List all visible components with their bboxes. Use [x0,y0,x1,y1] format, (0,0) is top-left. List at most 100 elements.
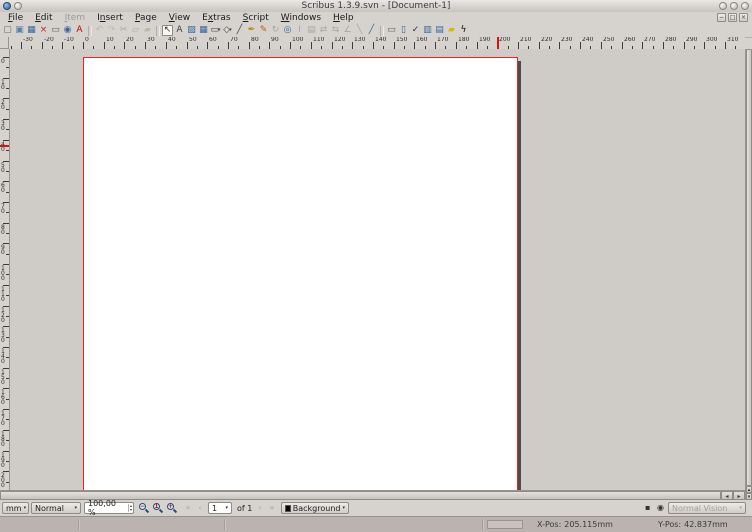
open-document-icon[interactable]: ▣ [14,25,25,36]
mdi-window-controls: − □ × [717,13,748,22]
zoom-tool-icon[interactable]: ◎ [282,25,293,36]
unit-select-value: mm [6,504,22,513]
quality-select[interactable]: Normal ▾ [31,502,81,514]
insert-image-frame-icon[interactable]: ▨ [186,25,197,36]
x-position-value: 205.115mm [564,520,613,529]
chevron-down-icon: ▾ [74,505,77,511]
zoom-in-button[interactable]: + [165,502,178,514]
insert-text-frame-icon[interactable]: A [174,25,185,36]
undo-icon: ↶ [94,25,105,36]
page-shadow [518,61,521,490]
vertical-scrollbar[interactable]: ▴ ▾ [745,49,752,500]
menu-page[interactable]: Page [129,12,163,24]
menu-file[interactable]: File [2,12,29,24]
unit-select[interactable]: mm ▾ [2,502,29,514]
menu-insert[interactable]: Insert [91,12,129,24]
export-pdf-icon[interactable]: A [74,25,85,36]
menu-item: Item [59,12,92,24]
insert-freehand-icon[interactable]: ✎ [258,25,269,36]
last-page-button[interactable]: » [266,502,278,514]
vertical-scrollbar-thumb[interactable] [746,49,752,486]
zoom-spinbox[interactable]: 100,00 % ▴▾ [84,502,134,514]
rotate-item-icon: ↻ [270,25,281,36]
close-document-icon[interactable]: × [38,25,49,36]
x-position-readout: X-Pos: 205.115mm [537,520,613,529]
zoom-value: 100,00 % [88,499,125,517]
menu-edit[interactable]: Edit [29,12,58,24]
layer-select[interactable]: Background ▾ [281,502,349,514]
canvas[interactable]: 01 02 03 04 05 06 07 08 09 01 0 01 1 01 … [0,49,745,490]
insert-shape-icon[interactable]: ▭▾ [210,25,221,36]
window-sticky-button[interactable] [14,2,22,10]
y-position-label: Y-Pos: [658,520,681,529]
pdf-text-annotation-icon[interactable]: ▰ [446,25,457,36]
vision-select[interactable]: Normal Vision ▾ [668,502,746,514]
prev-page-button[interactable]: ‹ [194,502,206,514]
pdf-combo-box-icon[interactable]: ▥ [422,25,433,36]
pdf-link-annotation-icon[interactable]: ϟ [458,25,469,36]
pdf-checkbox-icon[interactable]: ✓ [410,25,421,36]
zoom-default-button[interactable]: 1 [151,502,164,514]
mdi-restore-button[interactable]: □ [728,13,737,22]
paste-icon: ▰ [142,25,153,36]
print-document-icon[interactable]: ▭ [50,25,61,36]
statusbar-separator [78,519,80,530]
window-menu-icon[interactable] [3,2,11,10]
next-page-button[interactable]: › [254,502,266,514]
pdf-push-button-icon[interactable]: ▭ [386,25,397,36]
menu-extras[interactable]: Extras [196,12,236,24]
scroll-right-icon[interactable]: ▸ [733,491,745,500]
insert-table-icon[interactable]: ▦ [198,25,209,36]
toolbar-separator [88,26,92,36]
pdf-list-box-icon[interactable]: ▤ [434,25,445,36]
insert-polygon-icon[interactable]: ◇▾ [222,25,233,36]
menu-view[interactable]: View [163,12,196,24]
vision-select-value: Normal Vision [672,504,727,513]
bottom-status-bar: X-Pos: 205.115mm Y-Pos: 42.837mm [0,516,752,532]
mdi-close-button[interactable]: × [739,13,748,22]
scribus-window: Scribus 1.3.9.svn - [Document-1] FileEdi… [0,0,752,532]
menu-windows[interactable]: Windows [275,12,327,24]
window-maximize-button[interactable] [730,2,738,10]
zoom-out-button[interactable]: − [137,502,150,514]
window-title: Scribus 1.3.9.svn - [Document-1] [0,0,752,12]
eye-dropper-icon[interactable]: ╱ [366,25,377,36]
y-position-value: 42.837mm [684,520,728,529]
save-document-icon[interactable]: ▦ [26,25,37,36]
vertical-ruler[interactable]: 01 02 03 04 05 06 07 08 09 01 0 01 1 01 … [0,49,10,490]
cut-icon: ✂ [118,25,129,36]
x-position-label: X-Pos: [537,520,561,529]
statusbar-separator [224,519,226,530]
window-close-button[interactable] [741,2,749,10]
ruler-x-position-marker [497,37,499,49]
preflight-verifier-icon[interactable]: ◉ [62,25,73,36]
link-text-frames-icon: ⇄ [318,25,329,36]
scroll-left-icon[interactable]: ◂ [721,491,733,500]
first-page-button[interactable]: « [182,502,194,514]
chevron-down-icon: ▾ [739,505,742,511]
document-page[interactable] [83,57,518,490]
toolbar-separator [380,26,384,36]
mdi-minimize-button[interactable]: − [717,13,726,22]
page-number-select[interactable]: 1 ▾ [208,502,232,514]
new-document-icon[interactable]: ▢ [2,25,13,36]
menu-help[interactable]: Help [327,12,360,24]
scroll-up-icon[interactable]: ▴ [746,486,752,493]
story-editor-icon: ▤ [306,25,317,36]
main-toolbar: ▢▣▦×▭◉A↶↷✂▱▰↖A▨▦▭▾◇▾╱✒✎↻◎I▤⇄⇆∠╲╱▭▯✓▥▤▰ϟ [0,24,752,38]
insert-line-icon[interactable]: ╱ [234,25,245,36]
scroll-down-icon[interactable]: ▾ [746,493,752,500]
select-item-icon[interactable]: ↖ [162,25,173,36]
insert-bezier-icon[interactable]: ✒ [246,25,257,36]
pdf-text-field-icon[interactable]: ▯ [398,25,409,36]
ruler-origin-box[interactable] [0,37,9,49]
menu-script[interactable]: Script [237,12,275,24]
chevron-down-icon: ▾ [24,505,27,511]
window-minimize-button[interactable] [719,2,727,10]
measurements-icon: ∠ [342,25,353,36]
color-management-icon[interactable]: ▪ [645,504,650,512]
preview-mode-icon[interactable]: ◉ [657,504,664,512]
spinner-arrows-icon[interactable]: ▴▾ [128,504,133,512]
menu-bar: FileEditItemInsertPageViewExtrasScriptWi… [0,12,752,24]
copy-item-properties-icon: ╲ [354,25,365,36]
